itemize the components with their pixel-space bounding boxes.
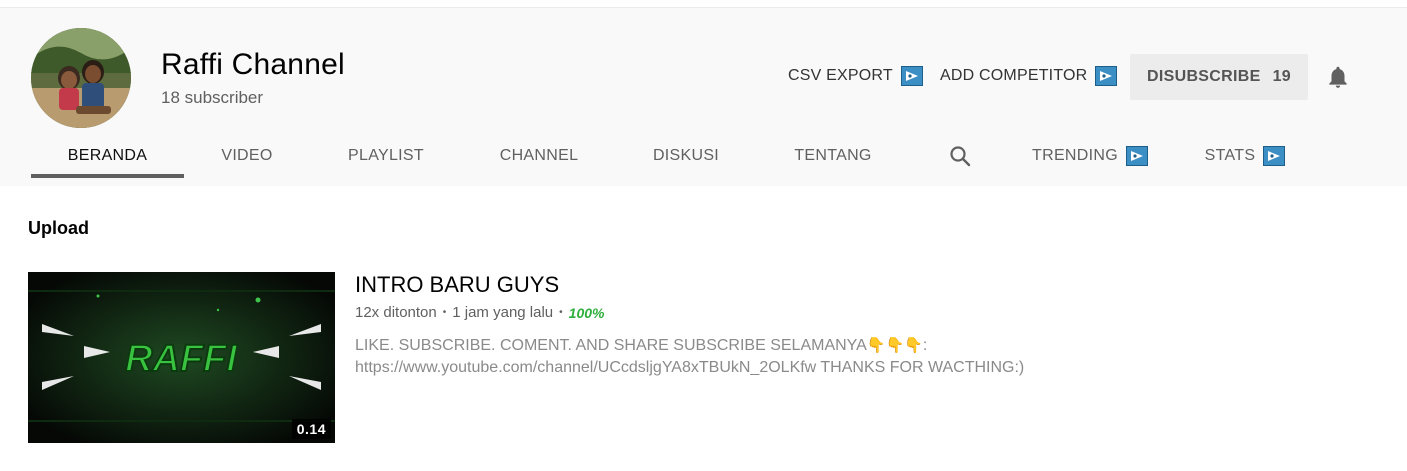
unsubscribe-button[interactable]: DISUBSCRIBE 19 [1130, 54, 1308, 100]
search-icon[interactable] [940, 126, 980, 186]
avatar-image [31, 28, 131, 128]
tab-playlist[interactable]: PLAYLIST [330, 126, 442, 186]
tab-diskusi[interactable]: DISKUSI [636, 126, 736, 186]
video-duration: 0.14 [291, 419, 331, 439]
channel-header: Raffi Channel 18 subscriber CSV EXPORT A… [0, 8, 1407, 186]
subscriber-count: 18 subscriber [161, 88, 264, 107]
upload-age: 1 jam yang lalu [452, 304, 554, 321]
tab-tentang[interactable]: TENTANG [776, 126, 890, 186]
csv-export-button[interactable]: CSV EXPORT [788, 66, 923, 86]
tubebuddy-icon [1263, 146, 1286, 166]
channel-title: Raffi Channel [161, 48, 345, 81]
tab-trending[interactable]: TRENDING [1030, 126, 1150, 186]
add-competitor-label: ADD COMPETITOR [940, 67, 1088, 84]
video-score: 100% [568, 304, 605, 321]
tab-video[interactable]: VIDEO [200, 126, 294, 186]
description-colon: : [922, 337, 928, 354]
tab-label: TRENDING [1032, 147, 1118, 164]
tab-label: PLAYLIST [348, 147, 424, 164]
top-strip [0, 0, 1407, 8]
tubebuddy-icon [1125, 146, 1148, 166]
video-thumbnail[interactable]: RAFFI 0.14 [28, 272, 335, 443]
add-competitor-button[interactable]: ADD COMPETITOR [940, 66, 1118, 86]
view-count: 12x ditonton [355, 304, 437, 321]
video-meta: 12x ditonton • 1 jam yang lalu • 100% [355, 304, 604, 321]
tubebuddy-icon [900, 66, 923, 86]
avatar[interactable] [31, 28, 131, 128]
csv-export-label: CSV EXPORT [788, 67, 893, 84]
tab-label: VIDEO [221, 147, 273, 164]
description-end: https://www.youtube.com/channel/UCcdsljg… [355, 359, 1025, 376]
separator-dot: • [442, 307, 447, 318]
section-title: Upload [28, 218, 89, 238]
description-start: LIKE. SUBSCRIBE. COMENT. AND SHARE SUBSC… [355, 337, 867, 354]
point-down-emoji: 👇👇👇 [866, 337, 923, 354]
tab-label: STATS [1204, 147, 1256, 164]
subscriber-badge-count: 19 [1272, 68, 1291, 85]
tab-label: DISKUSI [652, 147, 720, 164]
active-tab-indicator [31, 174, 184, 178]
thumbnail-text: RAFFI [125, 338, 238, 380]
separator-dot: • [559, 307, 563, 318]
tab-label: BERANDA [67, 147, 148, 164]
bell-icon[interactable] [1325, 64, 1351, 90]
tubebuddy-icon [1095, 66, 1118, 86]
tab-stats[interactable]: STATS [1200, 126, 1290, 186]
tab-channel[interactable]: CHANNEL [480, 126, 598, 186]
channel-tabs: BERANDA VIDEO PLAYLIST CHANNEL DISKUSI T… [0, 126, 1407, 186]
video-title[interactable]: INTRO BARU GUYS [355, 272, 559, 298]
thumbnail-image: RAFFI [28, 272, 335, 443]
video-description: LIKE. SUBSCRIBE. COMENT. AND SHARE SUBSC… [355, 335, 1075, 379]
tab-label: TENTANG [794, 147, 872, 164]
unsubscribe-label: DISUBSCRIBE [1147, 68, 1261, 85]
tab-label: CHANNEL [499, 147, 579, 164]
